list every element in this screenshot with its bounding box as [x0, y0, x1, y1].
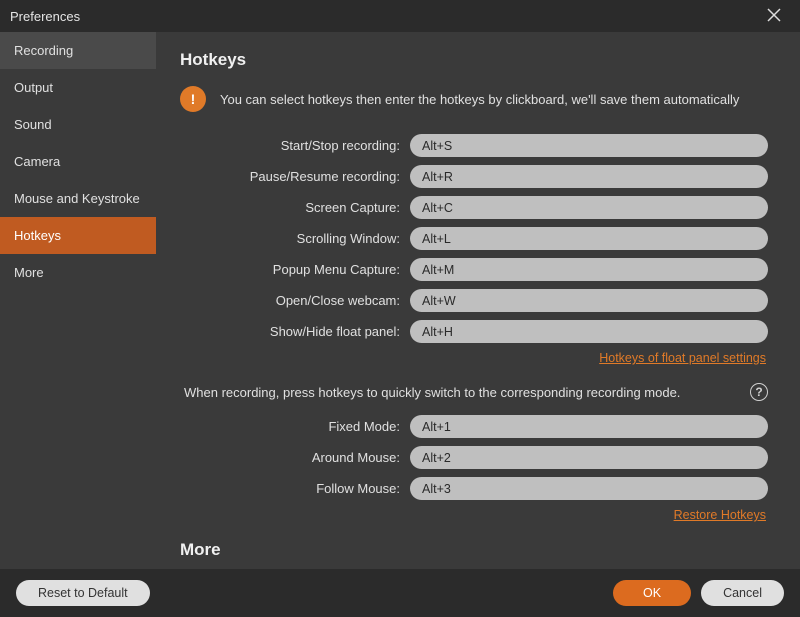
- more-heading: More: [180, 540, 768, 560]
- info-exclamation-icon: !: [180, 86, 206, 112]
- window-title: Preferences: [10, 9, 80, 24]
- label-pause-resume: Pause/Resume recording:: [180, 169, 410, 184]
- footer: Reset to Default OK Cancel: [0, 569, 800, 617]
- hotkey-input-screen-capture[interactable]: [410, 196, 768, 219]
- main-area: Recording Output Sound Camera Mouse and …: [0, 32, 800, 569]
- float-panel-settings-link[interactable]: Hotkeys of float panel settings: [599, 351, 766, 365]
- label-start-stop: Start/Stop recording:: [180, 138, 410, 153]
- hotkeys-info-row: ! You can select hotkeys then enter the …: [180, 86, 768, 112]
- hotkey-input-pause-resume[interactable]: [410, 165, 768, 188]
- label-popup-menu: Popup Menu Capture:: [180, 262, 410, 277]
- titlebar: Preferences: [0, 0, 800, 32]
- hotkeys-info-text: You can select hotkeys then enter the ho…: [220, 92, 739, 107]
- close-icon[interactable]: [758, 8, 790, 25]
- label-webcam: Open/Close webcam:: [180, 293, 410, 308]
- restore-hotkeys-link[interactable]: Restore Hotkeys: [674, 508, 766, 522]
- sidebar-item-recording[interactable]: Recording: [0, 32, 156, 69]
- hotkey-input-scrolling-window[interactable]: [410, 227, 768, 250]
- sidebar-item-mouse-keystroke[interactable]: Mouse and Keystroke: [0, 180, 156, 217]
- sidebar-item-sound[interactable]: Sound: [0, 106, 156, 143]
- label-scrolling-window: Scrolling Window:: [180, 231, 410, 246]
- help-icon[interactable]: ?: [750, 383, 768, 401]
- sidebar: Recording Output Sound Camera Mouse and …: [0, 32, 156, 569]
- label-follow-mouse: Follow Mouse:: [180, 481, 410, 496]
- hotkey-input-fixed-mode[interactable]: [410, 415, 768, 438]
- sidebar-item-output[interactable]: Output: [0, 69, 156, 106]
- settings-content[interactable]: Hotkeys ! You can select hotkeys then en…: [156, 32, 800, 569]
- reset-to-default-button[interactable]: Reset to Default: [16, 580, 150, 606]
- label-around-mouse: Around Mouse:: [180, 450, 410, 465]
- cancel-button[interactable]: Cancel: [701, 580, 784, 606]
- hotkey-input-start-stop[interactable]: [410, 134, 768, 157]
- label-float-panel: Show/Hide float panel:: [180, 324, 410, 339]
- label-screen-capture: Screen Capture:: [180, 200, 410, 215]
- ok-button[interactable]: OK: [613, 580, 691, 606]
- hotkey-input-around-mouse[interactable]: [410, 446, 768, 469]
- mode-switch-hint: When recording, press hotkeys to quickly…: [184, 385, 742, 400]
- hotkey-input-follow-mouse[interactable]: [410, 477, 768, 500]
- sidebar-item-camera[interactable]: Camera: [0, 143, 156, 180]
- hotkey-input-popup-menu[interactable]: [410, 258, 768, 281]
- sidebar-item-hotkeys[interactable]: Hotkeys: [0, 217, 156, 254]
- hotkey-input-webcam[interactable]: [410, 289, 768, 312]
- sidebar-item-more[interactable]: More: [0, 254, 156, 291]
- hotkey-input-float-panel[interactable]: [410, 320, 768, 343]
- hotkeys-heading: Hotkeys: [180, 50, 768, 70]
- label-fixed-mode: Fixed Mode:: [180, 419, 410, 434]
